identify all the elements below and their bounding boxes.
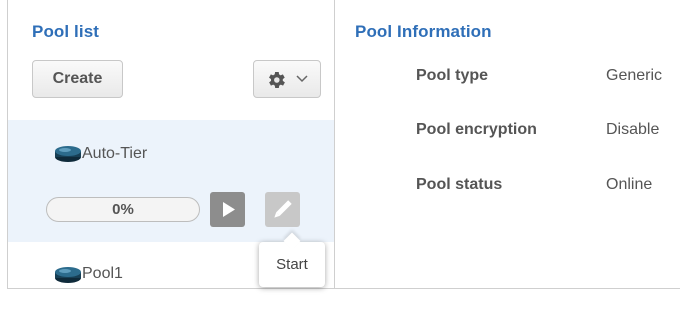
storage-pool-window: Pool list Create Auto-Tier 0% Pool1 Star…	[7, 0, 680, 289]
chevron-down-icon	[296, 75, 308, 83]
pool-list-item[interactable]: Auto-Tier 0%	[8, 120, 334, 242]
info-value-pool-type: Generic	[606, 67, 663, 84]
settings-dropdown-button[interactable]	[253, 60, 321, 98]
info-value-pool-encryption: Disable	[606, 121, 660, 138]
tooltip-text: Start	[276, 256, 308, 273]
edit-button[interactable]	[265, 192, 300, 227]
pool-progress-bar: 0%	[46, 197, 200, 222]
pool-list-title: Pool list	[32, 22, 100, 41]
start-button[interactable]	[210, 192, 245, 227]
info-label-pool-status: Pool status	[416, 176, 503, 193]
pool-information-title: Pool Information	[355, 22, 492, 41]
gear-icon	[269, 72, 285, 88]
pool-list-panel: Pool list Create Auto-Tier 0% Pool1 Star…	[8, 0, 335, 288]
start-tooltip: Start	[259, 232, 325, 287]
pool-information-panel: Pool Information Pool type Generic Pool …	[336, 0, 680, 288]
create-button[interactable]: Create	[32, 60, 123, 98]
info-value-pool-status: Online	[606, 176, 653, 193]
disk-icon	[55, 146, 81, 162]
pool-name: Auto-Tier	[82, 145, 148, 162]
play-icon	[223, 202, 235, 217]
info-label-pool-type: Pool type	[416, 67, 489, 84]
pencil-icon	[274, 200, 292, 218]
pool-name: Pool1	[82, 265, 123, 282]
disk-icon	[55, 267, 81, 283]
info-label-pool-encryption: Pool encryption	[416, 121, 537, 138]
progress-label: 0%	[112, 201, 134, 218]
